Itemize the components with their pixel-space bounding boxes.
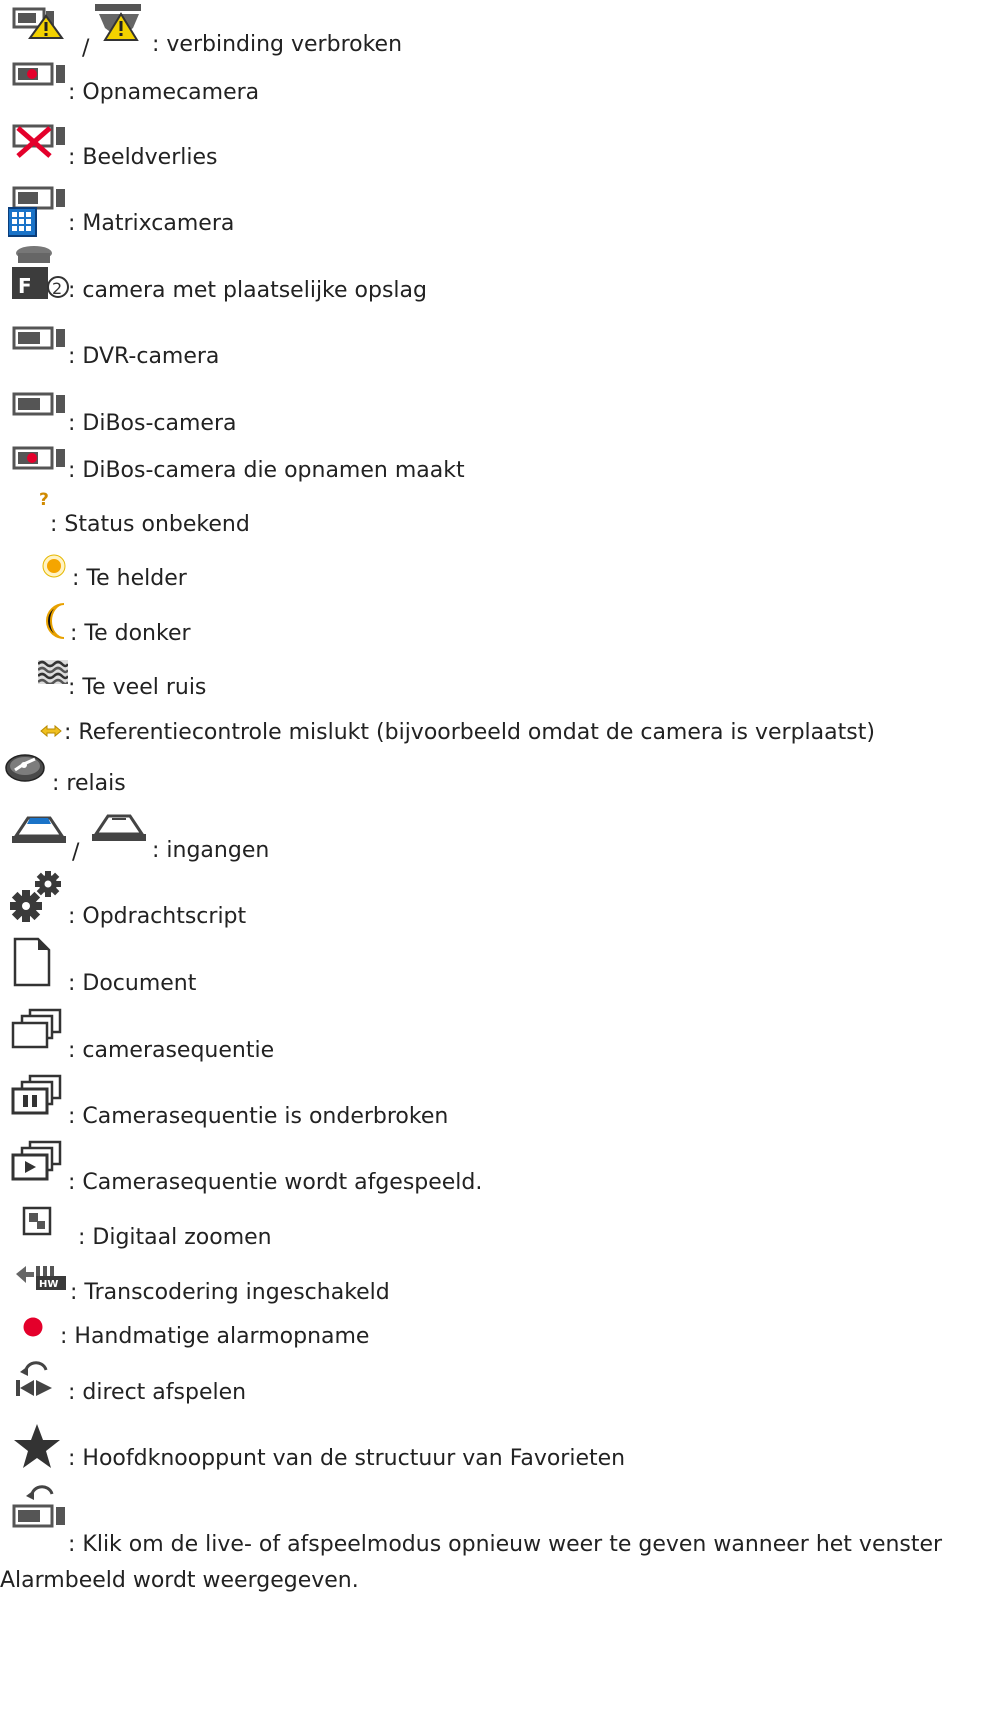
separator-slash: / [82,36,90,61]
reference-check-failed-icon [40,724,62,738]
legend-text-document: : Document [68,971,197,996]
legend-text-instant-playback: : direct afspelen [68,1380,247,1405]
camera-connection-lost-icon [12,6,64,40]
favorites-root-icon [12,1422,62,1470]
digital-zoom-icon [22,1206,52,1236]
legend-text-favorites-root: : Hoofdknooppunt van de structuur van Fa… [68,1446,626,1471]
camera-sequence-paused-icon [10,1074,66,1116]
legend-text-command-script: : Opdrachtscript [68,904,247,929]
legend-text-connection-lost: : verbinding verbroken [152,32,403,57]
legend-text-relay: : relais [52,771,126,796]
status-unknown-icon: ? [38,490,52,508]
image-loss-icon [12,122,68,160]
local-storage-camera-icon: F 2 [8,243,70,301]
dibos-camera-icon [12,392,68,416]
legend-text-input: : ingangen [152,838,270,863]
too-noisy-icon [38,660,68,684]
too-dark-icon [44,602,70,640]
legend-text-recording-camera: : Opnamecamera [68,80,260,105]
svg-text:?: ? [39,490,49,508]
dome-camera-connection-lost-icon [93,2,145,44]
legend-text-too-bright: : Te helder [72,566,187,591]
instant-playback-icon [14,1360,60,1400]
legend-text-too-noisy: : Te veel ruis [68,675,207,700]
camera-sequence-icon [10,1008,66,1050]
svg-text:2: 2 [52,279,62,298]
svg-text:F: F [18,274,32,298]
dibos-recording-camera-icon [12,446,68,470]
relay-icon [5,753,45,783]
dvr-camera-icon [12,326,68,350]
legend-text-camera-sequence: : camerasequentie [68,1038,275,1063]
too-bright-icon [41,553,67,579]
legend-text-manual-alarm: : Handmatige alarmopname [60,1324,370,1349]
legend-text-status-unknown: : Status onbekend [50,512,250,537]
manual-alarm-recording-icon [22,1316,44,1338]
legend-text-image-loss: : Beeldverlies [68,145,218,170]
camera-sequence-playing-icon [10,1140,66,1182]
command-script-icon [8,868,64,924]
input-inactive-icon [90,810,148,844]
matrix-camera-icon [8,182,66,238]
legend-text-matrix-camera: : Matrixcamera [68,211,235,236]
legend-text-dibos-recording: : DiBos-camera die opnamen maakt [68,458,465,483]
legend-text-sequence-paused: : Camerasequentie is onderbroken [68,1104,449,1129]
legend-text-too-dark: : Te donker [70,621,191,646]
legend-text-dibos-camera: : DiBos-camera [68,411,237,436]
legend-text-digital-zoom: : Digitaal zoomen [78,1225,272,1250]
legend-text-reference-check: : Referentiecontrole mislukt (bijvoorbee… [64,720,875,745]
legend-text-restore-live: : Klik om de live- of afspeelmodus opnie… [68,1532,943,1557]
legend-text-sequence-playing: : Camerasequentie wordt afgespeeld. [68,1170,483,1195]
separator-slash: / [72,840,80,865]
svg-text:HW: HW [39,1279,58,1290]
restore-live-playback-icon [12,1484,70,1530]
transcoding-icon: HW [12,1262,68,1292]
legend-text-local-storage: : camera met plaatselijke opslag [68,278,427,303]
legend-text-restore-live-continuation: Alarmbeeld wordt weergegeven. [0,1568,359,1593]
document-icon [12,936,52,988]
recording-camera-icon [12,62,68,86]
legend-text-transcoding: : Transcodering ingeschakeld [70,1280,390,1305]
legend-text-dvr-camera: : DVR-camera [68,344,220,369]
input-icon [10,812,68,846]
